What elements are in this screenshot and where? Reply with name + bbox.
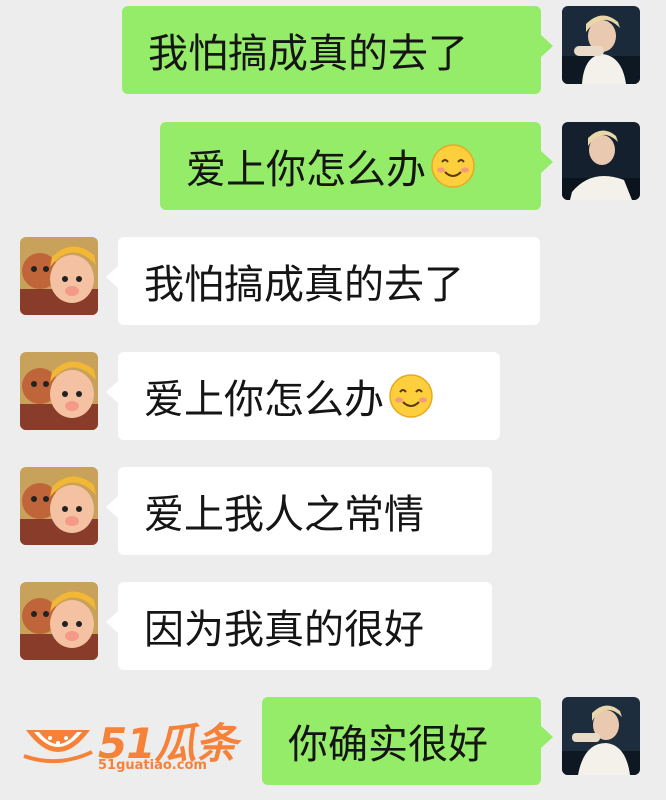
watermark-logo: 51瓜条 51guatiao.com	[22, 712, 242, 774]
avatar[interactable]	[20, 467, 98, 545]
message-bubble[interactable]: 我怕搞成真的去了	[122, 6, 553, 94]
message-text: 你确实很好	[288, 722, 488, 768]
message-text: 因为我真的很好	[144, 607, 424, 653]
message-text: 我怕搞成真的去了	[148, 31, 468, 77]
avatar[interactable]	[562, 6, 640, 84]
avatar[interactable]	[20, 582, 98, 660]
message-bubble[interactable]: 你确实很好	[262, 697, 553, 785]
smile-emoji-icon	[430, 143, 476, 189]
watermark-url: 51guatiao.com	[98, 758, 207, 773]
message-text: 爱上我人之常情	[144, 492, 424, 538]
watermelon-logo-icon	[22, 716, 94, 764]
message-text: 爱上你怎么办	[144, 377, 384, 423]
message-bubble[interactable]: 爱上你怎么办	[106, 352, 500, 440]
avatar[interactable]	[562, 122, 640, 200]
message-text: 我怕搞成真的去了	[144, 262, 464, 308]
avatar[interactable]	[562, 697, 640, 775]
message-text: 爱上你怎么办	[186, 147, 426, 193]
message-bubble[interactable]: 爱上你怎么办	[160, 122, 553, 210]
avatar[interactable]	[20, 352, 98, 430]
avatar[interactable]	[20, 237, 98, 315]
message-bubble[interactable]: 我怕搞成真的去了	[106, 237, 540, 325]
message-bubble[interactable]: 爱上我人之常情	[106, 467, 492, 555]
message-bubble[interactable]: 因为我真的很好	[106, 582, 492, 670]
smile-emoji-icon	[388, 373, 434, 419]
